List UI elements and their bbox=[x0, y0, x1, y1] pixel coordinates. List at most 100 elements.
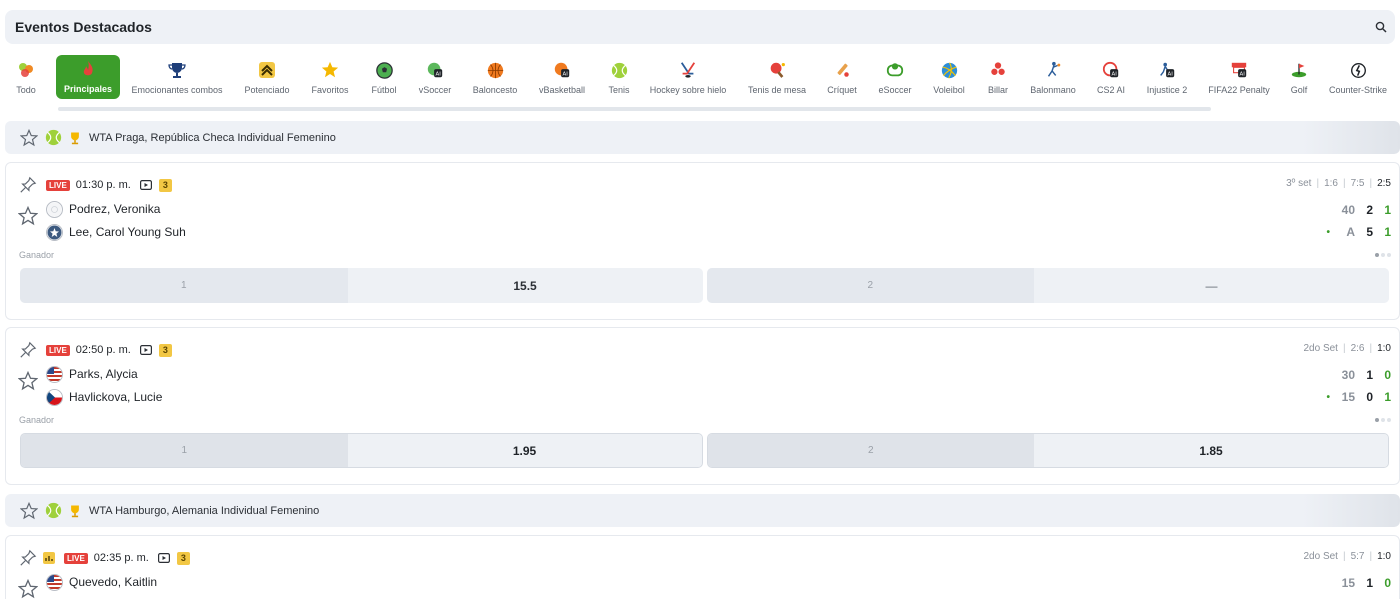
event-time: 01:30 p. m. bbox=[75, 179, 131, 191]
sport-tab-balonmano[interactable]: Balonmano bbox=[1029, 56, 1077, 98]
table-tennis-icon bbox=[767, 60, 787, 80]
sport-tab-billar[interactable]: Billar bbox=[985, 56, 1011, 98]
sport-tab-potenciado[interactable]: Potenciado bbox=[243, 56, 291, 98]
score-row: 30 1 0 bbox=[1341, 368, 1391, 382]
league-name: WTA Hamburgo, Alemania Individual Femeni… bbox=[89, 504, 320, 517]
market-label: Ganador bbox=[19, 250, 55, 260]
odd-button[interactable]: 2 — bbox=[706, 268, 1389, 303]
star-outline-icon[interactable] bbox=[20, 128, 38, 147]
serve-indicator: • bbox=[1326, 391, 1330, 403]
live-stream-icon[interactable] bbox=[157, 553, 170, 563]
svg-text:AI: AI bbox=[436, 71, 442, 77]
sport-tab-vsoccer[interactable]: AI vSoccer bbox=[417, 56, 453, 98]
fifa-penalty-icon: AI bbox=[1229, 60, 1249, 80]
live-badge: LIVE bbox=[46, 179, 70, 191]
soccer-ball-icon bbox=[374, 60, 394, 80]
odd-button[interactable]: 2 1.85 bbox=[706, 433, 1389, 468]
sport-tab-principales[interactable]: Principales bbox=[56, 55, 120, 99]
markets-count-badge[interactable]: 3 bbox=[158, 343, 172, 357]
sport-tab-esoccer[interactable]: eSoccer bbox=[877, 56, 913, 98]
featured-events-header: Eventos Destacados bbox=[5, 10, 1395, 44]
score-row: 15 1 0 bbox=[1341, 576, 1391, 590]
event-card[interactable]: LIVE 02:35 p. m. 3 2do Set | 5:7 | 1:0 Que… bbox=[5, 535, 1400, 599]
vbasketball-icon: AI bbox=[552, 60, 572, 80]
odd-button[interactable]: 1 15.5 bbox=[20, 268, 703, 303]
page: Eventos Destacados Todo Principales Emoc… bbox=[0, 0, 1400, 599]
svg-text:AI: AI bbox=[1112, 71, 1118, 77]
player-row[interactable]: Podrez, Veronika bbox=[46, 200, 160, 218]
sport-tab-baloncesto[interactable]: Baloncesto bbox=[471, 56, 519, 98]
player-name: Quevedo, Kaitlin bbox=[69, 575, 158, 589]
player-name: Parks, Alycia bbox=[69, 367, 138, 381]
score-row: • A 5 1 bbox=[1326, 225, 1391, 239]
cs2-icon: AI bbox=[1101, 60, 1121, 80]
sport-tab-tenis[interactable]: Tenis bbox=[605, 56, 633, 98]
event-card[interactable]: LIVE 02:50 p. m. 3 2do Set | 2:6 | 1:0 Par… bbox=[5, 327, 1400, 485]
league-header[interactable]: WTA Hamburgo, Alemania Individual Femeni… bbox=[5, 494, 1400, 527]
sport-tab-criquet[interactable]: Críquet bbox=[826, 56, 858, 98]
billiards-icon bbox=[988, 60, 1008, 80]
favorite-star-icon[interactable] bbox=[18, 579, 38, 599]
league-name: WTA Praga, República Checa Individual Fe… bbox=[89, 131, 336, 144]
sports-bar-scrollbar[interactable] bbox=[58, 107, 1211, 111]
live-stream-icon[interactable] bbox=[139, 180, 152, 190]
event-card[interactable]: LIVE 01:30 p. m. 3 3º set | 1:6 | 7:5 | 2:5… bbox=[5, 162, 1400, 320]
czech-flag-icon bbox=[46, 388, 63, 406]
favorite-star-icon[interactable] bbox=[18, 206, 38, 226]
odds-row: 1 1.95 2 1.85 bbox=[20, 433, 1389, 468]
serve-indicator: • bbox=[1326, 226, 1330, 238]
star-icon bbox=[320, 60, 340, 80]
markets-count-badge[interactable]: 3 bbox=[158, 178, 172, 192]
sport-tab-hockey[interactable]: Hockey sobre hielo bbox=[650, 56, 726, 98]
live-badge: LIVE bbox=[64, 552, 88, 564]
svg-text:AI: AI bbox=[1168, 71, 1174, 77]
player-row[interactable]: Parks, Alycia bbox=[46, 365, 138, 383]
flag-icon bbox=[46, 223, 63, 241]
sport-tab-voleibol[interactable]: Voleibol bbox=[932, 56, 966, 98]
pin-icon[interactable] bbox=[19, 549, 37, 567]
market-label: Ganador bbox=[19, 415, 55, 425]
odds-row: 1 15.5 2 — bbox=[20, 268, 1389, 303]
sport-tab-counter-strike[interactable]: Counter-Strike bbox=[1329, 56, 1387, 98]
player-name: Podrez, Veronika bbox=[69, 202, 161, 216]
sports-filter-bar: Todo Principales Emocionantes combos Pot… bbox=[0, 50, 1400, 114]
pin-icon[interactable] bbox=[19, 176, 37, 194]
sport-tab-cs2-ai[interactable]: AI CS2 AI bbox=[1095, 56, 1127, 98]
player-row[interactable]: Lee, Carol Young Suh bbox=[46, 223, 186, 241]
sport-tab-all[interactable]: Todo bbox=[12, 56, 40, 98]
star-outline-icon[interactable] bbox=[20, 501, 38, 520]
player-row[interactable]: Havlickova, Lucie bbox=[46, 388, 162, 406]
odd-button[interactable]: 1 1.95 bbox=[20, 433, 703, 468]
set-scores: 2do Set | 2:6 | 1:0 bbox=[1303, 343, 1391, 354]
market-pager[interactable] bbox=[1375, 418, 1391, 422]
svg-text:AI: AI bbox=[1240, 71, 1246, 77]
sport-tab-golf[interactable]: Golf bbox=[1289, 56, 1309, 98]
favorite-star-icon[interactable] bbox=[18, 371, 38, 391]
score-row: • 15 0 1 bbox=[1326, 390, 1391, 404]
player-row[interactable]: Quevedo, Kaitlin bbox=[46, 573, 157, 591]
svg-text:AI: AI bbox=[563, 71, 569, 77]
sport-tab-injustice-2[interactable]: AI Injustice 2 bbox=[1145, 56, 1189, 98]
sport-tab-combos[interactable]: Emocionantes combos bbox=[130, 56, 224, 98]
league-header[interactable]: WTA Praga, República Checa Individual Fe… bbox=[5, 121, 1400, 154]
sport-tab-fifa22-penalty[interactable]: AI FIFA22 Penalty bbox=[1208, 56, 1270, 98]
esoccer-icon bbox=[885, 60, 905, 80]
pin-icon[interactable] bbox=[19, 341, 37, 359]
player-name: Havlickova, Lucie bbox=[69, 390, 163, 404]
event-meta: LIVE 01:30 p. m. 3 bbox=[19, 175, 172, 195]
event-time: 02:35 p. m. bbox=[93, 552, 149, 564]
search-icon[interactable] bbox=[1375, 21, 1387, 33]
sport-tab-vbasketball[interactable]: AI vBasketball bbox=[538, 56, 586, 98]
golf-icon bbox=[1289, 60, 1309, 80]
tennis-ball-icon bbox=[45, 502, 62, 519]
sport-tab-futbol[interactable]: Fútbol bbox=[368, 56, 400, 98]
sport-tab-favoritos[interactable]: Favoritos bbox=[310, 56, 350, 98]
injustice-icon: AI bbox=[1157, 60, 1177, 80]
markets-count-badge[interactable]: 3 bbox=[176, 551, 190, 565]
score-row: 40 2 1 bbox=[1341, 203, 1391, 217]
stats-icon[interactable] bbox=[43, 552, 55, 564]
market-pager[interactable] bbox=[1375, 253, 1391, 257]
live-stream-icon[interactable] bbox=[139, 345, 152, 355]
sport-tab-tenis-de-mesa[interactable]: Tenis de mesa bbox=[747, 56, 807, 98]
page-title: Eventos Destacados bbox=[15, 19, 152, 35]
